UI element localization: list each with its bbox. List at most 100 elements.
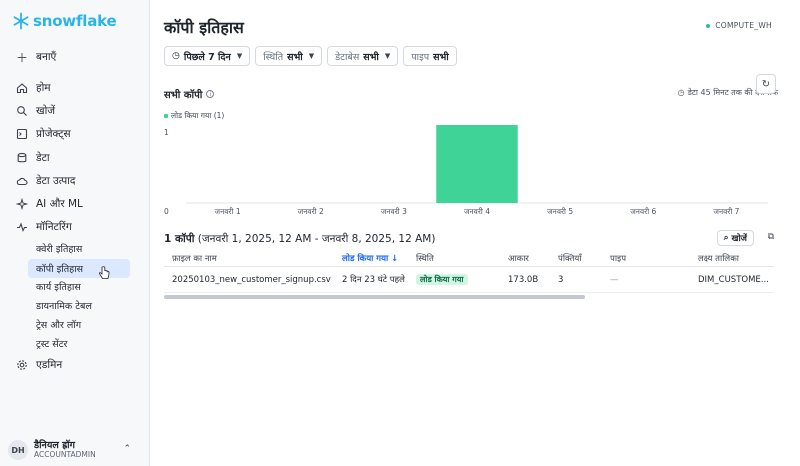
sidebar-item-label: होम <box>36 82 51 94</box>
user-menu[interactable]: DH डैनियल ह्रॉग ACCOUNTADMIN ⌃ <box>8 436 141 464</box>
filter-pipe[interactable]: पाइप सभी <box>403 46 457 66</box>
sidebar-item-admin[interactable]: एडमिन <box>8 355 141 375</box>
column-header-pipe[interactable]: पाइप <box>610 253 698 264</box>
column-header-loaded[interactable]: लोड किया गया ↓ <box>342 253 416 264</box>
x-tick-label: जनवरी 7 <box>713 207 739 216</box>
filter-value: सभी <box>433 51 449 63</box>
sidebar-subitem-label: कॉपी इतिहास <box>36 264 84 275</box>
refresh-icon: ↻ <box>761 78 771 90</box>
sidebar-item-projects[interactable]: प्रोजेक्ट्स <box>8 124 141 144</box>
activity-icon <box>16 221 28 233</box>
sidebar: snowflake ＋ बनाएँ होम खोजें प्रोजेक्ट्स <box>0 0 150 466</box>
filter-status[interactable]: स्थिति सभी ▼ <box>255 46 323 66</box>
gear-icon <box>16 359 28 371</box>
sidebar-item-data[interactable]: डेटा <box>8 148 141 168</box>
table-header: फ़ाइल का नाम लोड किया गया ↓ स्थिति आकार … <box>164 250 774 267</box>
home-icon <box>16 82 28 94</box>
x-tick-label: जनवरी 3 <box>381 207 407 216</box>
copies-bar-chart: 0 1 जनवरी 1 जनवरी 2 जनवरी 3 जनवरी 4 जनवरी 5 जनव… <box>164 125 768 216</box>
sidebar-item-label: AI और ML <box>36 198 83 210</box>
sidebar-item-home[interactable]: होम <box>8 78 141 98</box>
plus-icon: ＋ <box>16 50 29 65</box>
create-button[interactable]: ＋ बनाएँ <box>8 47 141 67</box>
info-icon[interactable]: i <box>206 90 215 98</box>
sidebar-item-ai-ml[interactable]: AI और ML <box>8 194 141 214</box>
search-icon <box>16 105 28 117</box>
cell-status: लोड किया गया <box>416 274 508 285</box>
cell-rows: 3 <box>558 274 564 285</box>
sidebar-item-label: मॉनिटरिंग <box>36 221 72 233</box>
sidebar-item-data-products[interactable]: डेटा उत्पाद <box>8 171 141 191</box>
snowflake-logo[interactable]: snowflake <box>12 12 117 30</box>
column-header-target-table[interactable]: लक्ष्य तालिका <box>698 253 774 264</box>
sidebar-subitem-label: कार्य इतिहास <box>36 282 81 293</box>
sidebar-subitem-traces-logs[interactable]: ट्रेस और लॉग <box>28 315 130 334</box>
filter-time-range[interactable]: ◷ पिछले 7 दिन ▼ <box>164 46 251 66</box>
y-tick-label: 1 <box>164 128 169 137</box>
x-tick-label: जनवरी 5 <box>547 207 573 216</box>
x-tick-label: जनवरी 6 <box>630 207 656 216</box>
sidebar-subitem-dynamic-tables[interactable]: डायनामिक टेबल <box>28 296 130 315</box>
projects-icon <box>16 128 28 140</box>
sidebar-subitem-label: क्वेरी इतिहास <box>36 244 83 255</box>
sidebar-subitem-query-history[interactable]: क्वेरी इतिहास <box>28 239 130 258</box>
chevron-up-icon: ⌃ <box>123 444 131 454</box>
database-icon <box>16 152 28 164</box>
status-dot-icon <box>706 23 711 28</box>
sidebar-subitem-trust-center[interactable]: ट्रस्ट सेंटर <box>28 334 130 353</box>
column-header-file[interactable]: फ़ाइल का नाम <box>164 253 342 264</box>
sidebar-subitem-task-history[interactable]: कार्य इतिहास <box>28 277 130 296</box>
clock-icon: ◷ <box>172 51 180 61</box>
copy-icon[interactable]: ⧉ <box>768 232 774 242</box>
app-window: snowflake ＋ बनाएँ होम खोजें प्रोजेक्ट्स <box>0 0 800 466</box>
main-content: कॉपी इतिहास COMPUTE_WH ◷ पिछले 7 दिन ▼ स… <box>150 0 800 466</box>
x-tick-label: जनवरी 2 <box>298 207 324 216</box>
page-title: कॉपी इतिहास <box>164 18 244 37</box>
sidebar-item-label: डेटा <box>36 152 50 164</box>
chevron-down-icon: ▼ <box>236 52 243 60</box>
sparkle-icon <box>16 198 28 210</box>
filter-database[interactable]: डेटाबेस सभी ▼ <box>327 46 399 66</box>
refresh-button[interactable]: ↻ <box>756 74 776 94</box>
snowflake-icon <box>13 12 29 30</box>
sidebar-item-label: प्रोजेक्ट्स <box>36 128 71 140</box>
table-row[interactable]: 20250103_new_customer_signup.csv 2 दिन 2… <box>164 267 774 293</box>
cell-target-table: DIM_CUSTOME... <box>698 274 769 285</box>
cloud-icon <box>16 175 28 187</box>
horizontal-scrollbar[interactable] <box>164 295 774 299</box>
search-button[interactable]: ⌕ खोजें <box>716 230 754 246</box>
column-header-status[interactable]: स्थिति <box>416 253 508 264</box>
brand-name: snowflake <box>33 12 117 30</box>
y-tick-label: 0 <box>164 207 169 216</box>
x-tick-label: जनवरी 4 <box>464 207 490 216</box>
sidebar-item-search[interactable]: खोजें <box>8 101 141 121</box>
column-header-rows[interactable]: पंक्तियाँ <box>558 253 610 264</box>
filter-value: सभी <box>363 51 379 63</box>
filter-label: स्थिति <box>263 51 284 63</box>
copy-history-table: फ़ाइल का नाम लोड किया गया ↓ स्थिति आकार … <box>164 250 774 293</box>
table-title: 1 कॉपी (जनवरी 1, 2025, 12 AM - जनवरी 8, … <box>164 232 435 246</box>
cell-loaded: 2 दिन 23 घंटे पहले <box>342 275 405 285</box>
sidebar-item-monitoring[interactable]: मॉनिटरिंग <box>8 217 141 237</box>
warehouse-name: COMPUTE_WH <box>715 21 772 30</box>
chart-bar[interactable] <box>436 125 518 203</box>
filter-label: पाइप <box>411 51 430 63</box>
sidebar-subitem-copy-history[interactable]: कॉपी इतिहास <box>28 259 130 278</box>
date-range: (जनवरी 1, 2025, 12 AM - जनवरी 8, 2025, 1… <box>197 233 436 245</box>
column-header-size[interactable]: आकार <box>508 253 558 264</box>
user-role: ACCOUNTADMIN <box>34 450 96 460</box>
sidebar-item-label: खोजें <box>36 105 56 117</box>
hand-cursor-icon <box>98 266 110 279</box>
user-info: डैनियल ह्रॉग ACCOUNTADMIN <box>34 440 96 460</box>
search-icon: ⌕ <box>723 233 729 243</box>
avatar: DH <box>8 440 28 460</box>
filter-value: पिछले 7 दिन <box>183 51 231 63</box>
cell-pipe: — <box>610 274 619 285</box>
warehouse-selector[interactable]: COMPUTE_WH <box>706 21 772 30</box>
search-label: खोजें <box>731 233 747 244</box>
sidebar-item-label: डेटा उत्पाद <box>36 175 76 187</box>
cell-file-name: 20250103_new_customer_signup.csv <box>172 274 331 285</box>
clock-icon: ◷ <box>677 88 685 97</box>
copy-count: 1 कॉपी <box>164 233 195 245</box>
scrollbar-thumb[interactable] <box>164 295 585 299</box>
